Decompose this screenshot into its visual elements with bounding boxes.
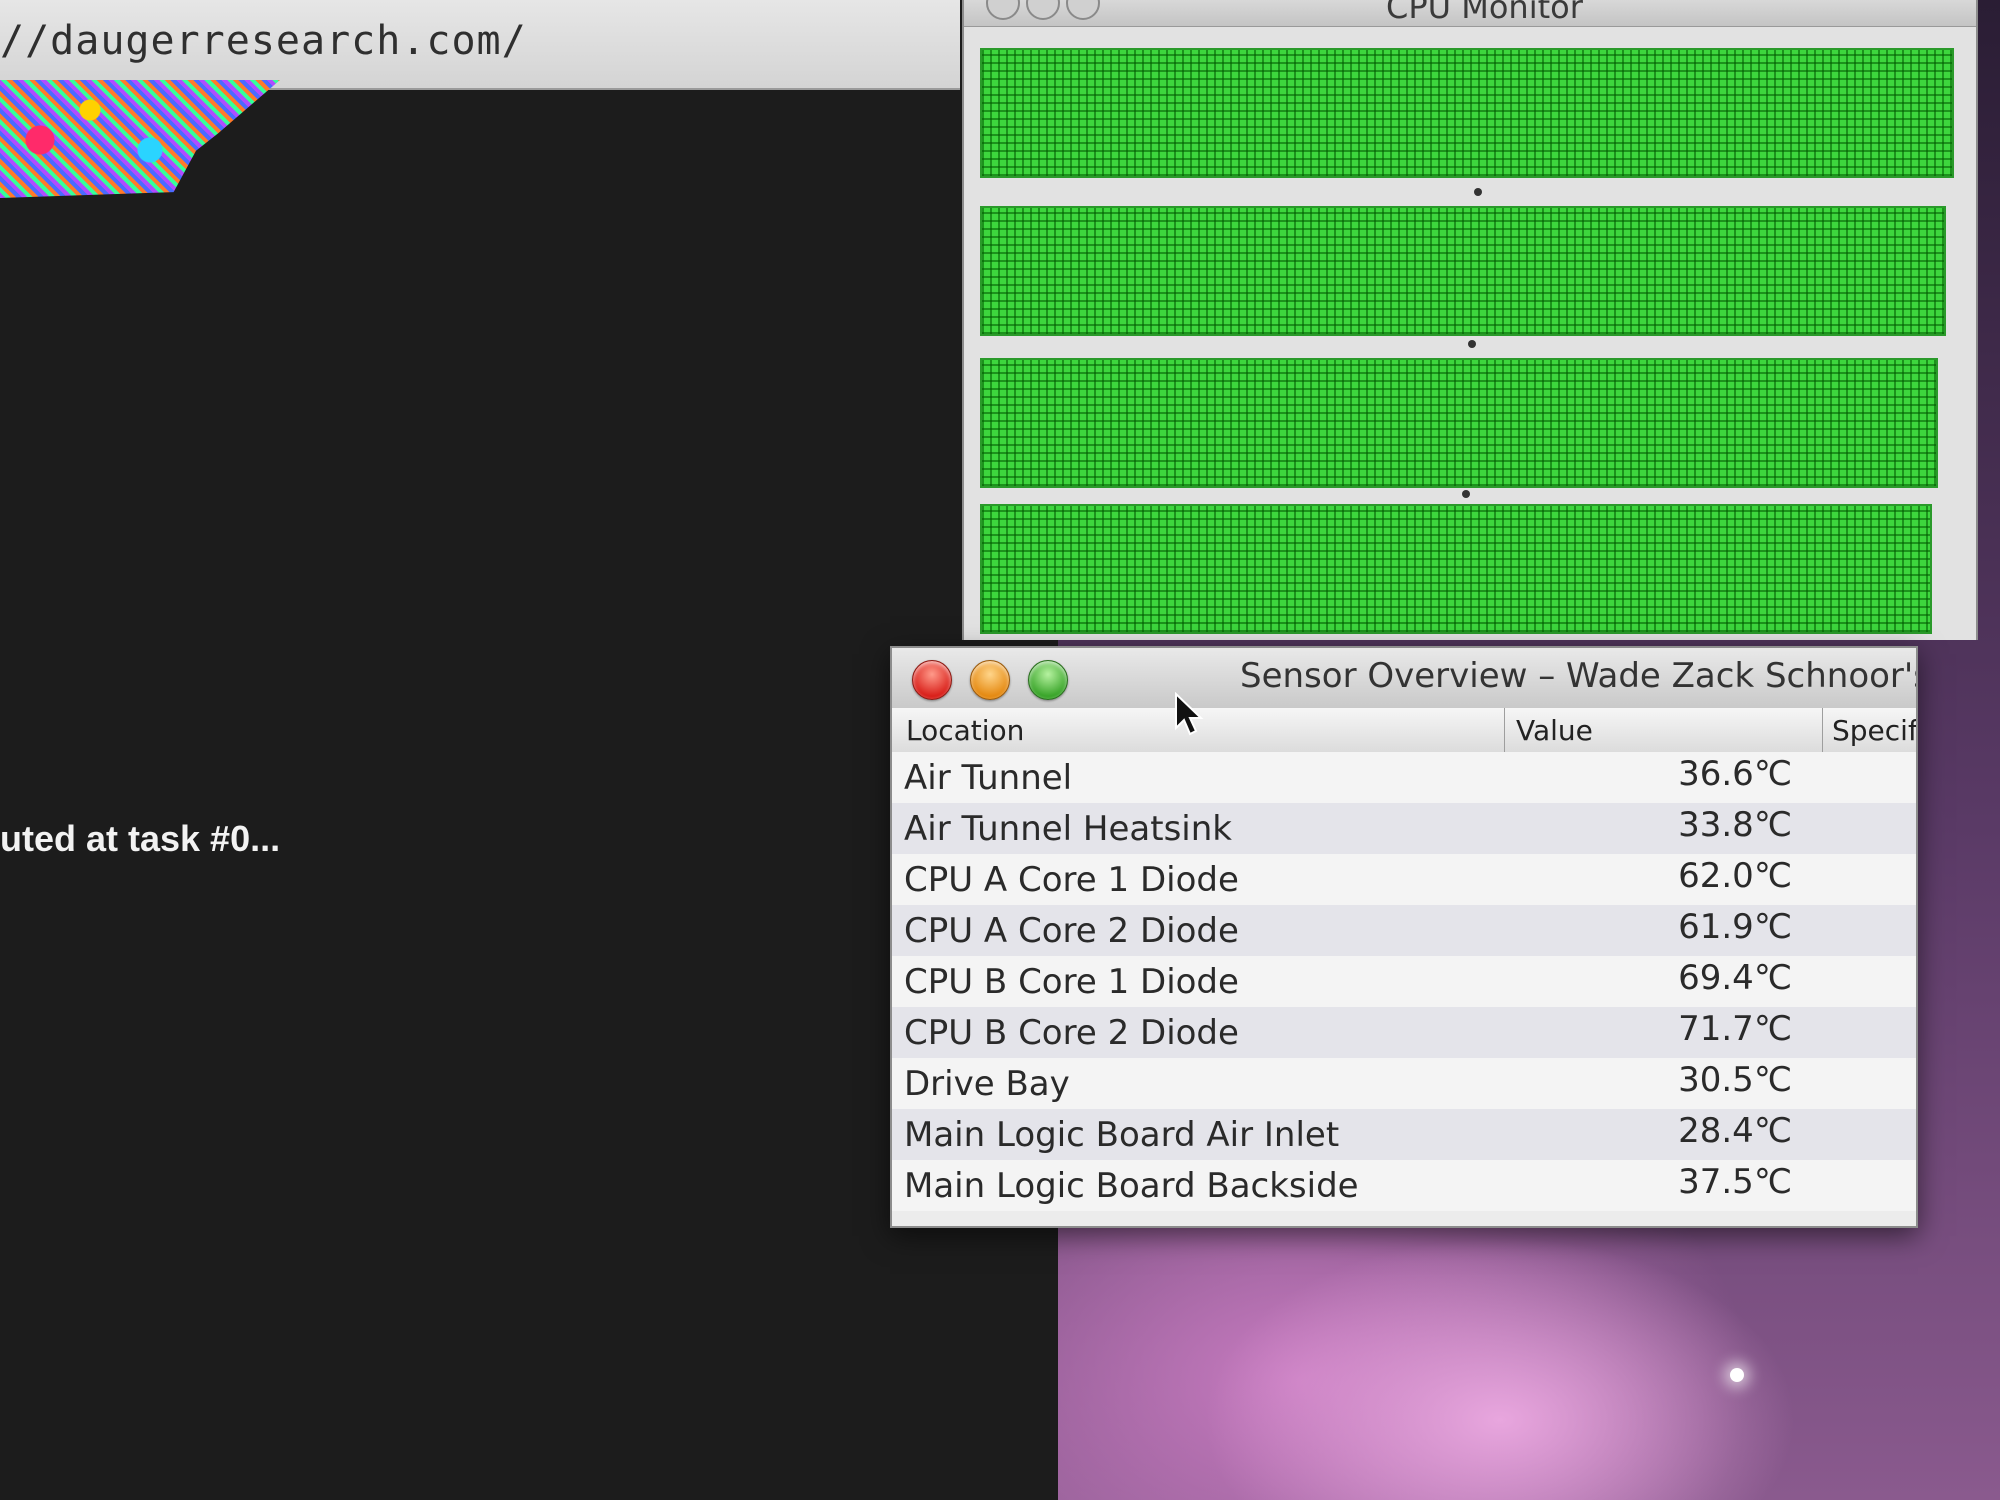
row-location: CPU A Core 1 Diode bbox=[904, 860, 1239, 900]
cpu-core-3-load-bar bbox=[980, 358, 1938, 488]
close-button[interactable] bbox=[912, 660, 952, 700]
row-value: 61.9℃ bbox=[1678, 907, 1792, 947]
row-value: 37.5℃ bbox=[1678, 1162, 1792, 1202]
cpu-bar-handle bbox=[1474, 188, 1482, 196]
sensor-overview-window: Sensor Overview – Wade Zack Schnoor's Lo… bbox=[890, 646, 1918, 1228]
table-row[interactable]: CPU A Core 1 Diode 62.0℃ bbox=[892, 854, 1916, 905]
sensor-table: Air Tunnel 36.6℃ Air Tunnel Heatsink 33.… bbox=[892, 752, 1916, 1211]
row-value: 69.4℃ bbox=[1678, 958, 1792, 998]
cpu-bar-handle bbox=[1468, 340, 1476, 348]
table-row[interactable]: Air Tunnel Heatsink 33.8℃ bbox=[892, 803, 1916, 854]
table-row[interactable]: CPU B Core 2 Diode 71.7℃ bbox=[892, 1007, 1916, 1058]
cpu-bar-handle bbox=[1462, 490, 1470, 498]
task-status-text: uted at task #0... bbox=[0, 818, 281, 859]
address-bar[interactable]: //daugerresearch.com/ bbox=[0, 0, 960, 90]
mouse-pointer-icon bbox=[1175, 692, 1204, 736]
table-header: Location Value Specifie bbox=[892, 708, 1916, 753]
row-location: Main Logic Board Backside bbox=[904, 1166, 1359, 1206]
table-row[interactable]: CPU A Core 2 Diode 61.9℃ bbox=[892, 905, 1916, 956]
cpu-core-2-load-bar bbox=[980, 206, 1946, 336]
cpu-core-4-load-bar bbox=[980, 504, 1932, 634]
row-location: Air Tunnel Heatsink bbox=[904, 809, 1232, 849]
minimize-button[interactable] bbox=[970, 660, 1010, 700]
column-divider[interactable] bbox=[1504, 708, 1505, 752]
desktop-star-glint bbox=[1730, 1368, 1744, 1382]
row-location: CPU A Core 2 Diode bbox=[904, 911, 1239, 951]
cpu-monitor-title: CPU Monitor bbox=[1386, 0, 1583, 26]
table-row[interactable]: Main Logic Board Air Inlet 28.4℃ bbox=[892, 1109, 1916, 1160]
column-header-specified[interactable]: Specifie bbox=[1832, 714, 1916, 747]
row-value: 36.6℃ bbox=[1678, 754, 1792, 794]
row-value: 62.0℃ bbox=[1678, 856, 1792, 896]
window-title: Sensor Overview – Wade Zack Schnoor's bbox=[1240, 656, 1918, 696]
table-row[interactable]: Air Tunnel 36.6℃ bbox=[892, 752, 1916, 803]
table-row[interactable]: CPU B Core 1 Diode 69.4℃ bbox=[892, 956, 1916, 1007]
close-button[interactable] bbox=[986, 0, 1020, 20]
table-row[interactable]: Main Logic Board Backside 37.5℃ bbox=[892, 1160, 1916, 1211]
row-location: Drive Bay bbox=[904, 1064, 1070, 1104]
cpu-monitor-titlebar[interactable]: CPU Monitor bbox=[964, 0, 1976, 27]
row-location: CPU B Core 1 Diode bbox=[904, 962, 1239, 1002]
cpu-monitor-window: CPU Monitor bbox=[962, 0, 1978, 640]
row-location: Air Tunnel bbox=[904, 758, 1073, 798]
row-value: 28.4℃ bbox=[1678, 1111, 1792, 1151]
column-header-value[interactable]: Value bbox=[1516, 714, 1593, 747]
zoom-button[interactable] bbox=[1028, 660, 1068, 700]
column-header-location[interactable]: Location bbox=[906, 714, 1024, 747]
row-value: 33.8℃ bbox=[1678, 805, 1792, 845]
minimize-button[interactable] bbox=[1026, 0, 1060, 20]
cpu-core-1-load-bar bbox=[980, 48, 1954, 178]
row-location: CPU B Core 2 Diode bbox=[904, 1013, 1239, 1053]
row-value: 71.7℃ bbox=[1678, 1009, 1792, 1049]
table-row[interactable]: Drive Bay 30.5℃ bbox=[892, 1058, 1916, 1109]
fractal-image bbox=[0, 80, 280, 198]
row-value: 30.5℃ bbox=[1678, 1060, 1792, 1100]
column-divider[interactable] bbox=[1822, 708, 1823, 752]
row-location: Main Logic Board Air Inlet bbox=[904, 1115, 1340, 1155]
sensor-titlebar[interactable]: Sensor Overview – Wade Zack Schnoor's bbox=[892, 648, 1916, 709]
url-text[interactable]: //daugerresearch.com/ bbox=[0, 18, 527, 64]
zoom-button[interactable] bbox=[1066, 0, 1100, 20]
